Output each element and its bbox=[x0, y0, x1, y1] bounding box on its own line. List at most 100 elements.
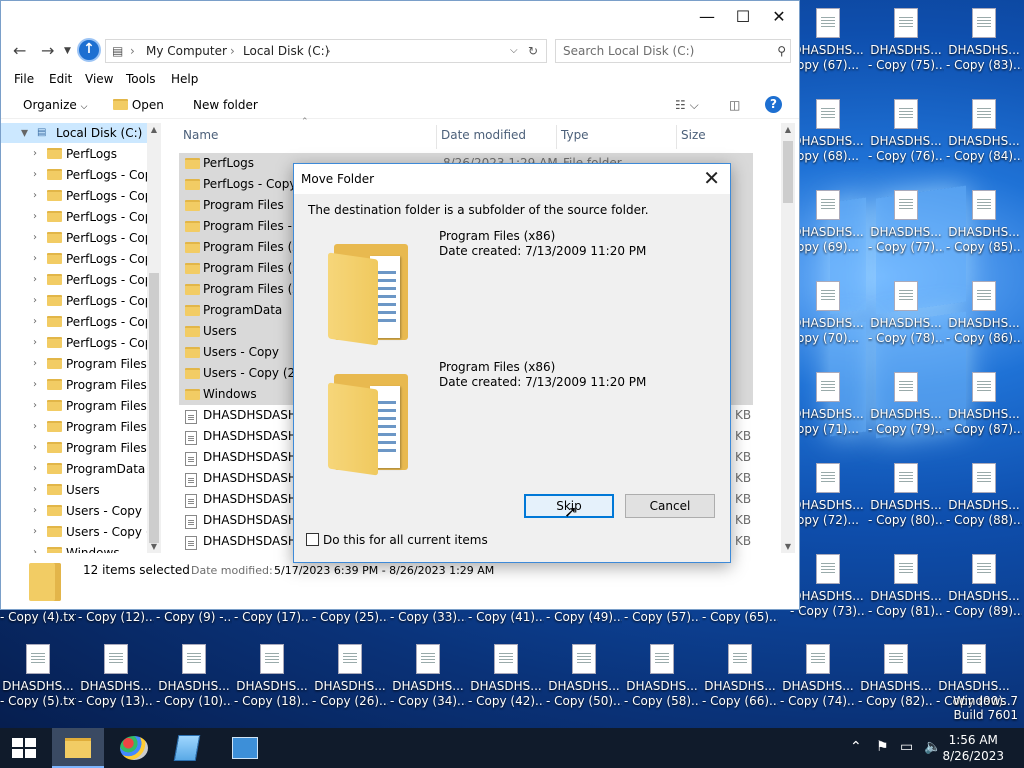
taskbar-paint[interactable] bbox=[108, 728, 160, 768]
desktop-file-label[interactable]: - Copy (33)... bbox=[390, 610, 466, 628]
up-level-icon[interactable]: ↑ bbox=[77, 38, 101, 62]
desktop-file-icon[interactable]: DHASDHS... - Copy (84)... bbox=[946, 91, 1022, 171]
show-hidden-icons-chevron-icon[interactable]: ⌃ bbox=[850, 739, 862, 755]
desktop-file-label[interactable]: - Copy (57)... bbox=[624, 610, 700, 628]
volume-icon[interactable]: 🔈 bbox=[924, 739, 941, 755]
desktop-file-icon[interactable]: DHASDHS... - Copy (10)... bbox=[156, 636, 232, 716]
desktop-file-icon[interactable]: DHASDHS... opy (68)... bbox=[790, 91, 866, 171]
desktop-file-icon[interactable]: DHASDHS... - Copy (58)... bbox=[624, 636, 700, 716]
column-header-type[interactable]: Type bbox=[557, 125, 677, 149]
breadcrumb-separator-icon[interactable]: › bbox=[130, 40, 135, 62]
desktop-file-icon[interactable]: DHASDHS... - Copy (80)... bbox=[868, 455, 944, 535]
desktop-file-icon[interactable]: DHASDHS... - Copy (26)... bbox=[312, 636, 388, 716]
preview-pane-icon[interactable]: ◫ bbox=[729, 98, 740, 112]
scrollbar-thumb[interactable] bbox=[783, 141, 793, 203]
desktop-file-label[interactable]: - Copy (25)... bbox=[312, 610, 388, 628]
new-folder-button[interactable]: New folder bbox=[193, 98, 258, 112]
collapsed-chevron-icon[interactable]: › bbox=[33, 417, 37, 437]
desktop-file-label[interactable]: - Copy (41)... bbox=[468, 610, 544, 628]
desktop-file-icon[interactable]: DHASDHS... - Copy (89)... bbox=[946, 546, 1022, 626]
collapsed-chevron-icon[interactable]: › bbox=[33, 354, 37, 374]
taskbar-control-panel[interactable] bbox=[218, 728, 270, 768]
cancel-button[interactable]: Cancel bbox=[625, 494, 715, 518]
collapsed-chevron-icon[interactable]: › bbox=[33, 543, 37, 553]
desktop-file-icon[interactable]: DHASDHS... opy (69)... bbox=[790, 182, 866, 262]
minimize-button[interactable]: — bbox=[689, 1, 725, 33]
expanded-chevron-icon[interactable]: ▾ bbox=[21, 123, 28, 143]
desktop-file-icon[interactable]: DHASDHS... - Copy (85)... bbox=[946, 182, 1022, 262]
column-header-name[interactable]: Name bbox=[179, 125, 437, 149]
tree-item-folder[interactable]: › Users - Copy (2 bbox=[1, 522, 147, 542]
tree-item-folder[interactable]: › Program Files ( bbox=[1, 396, 147, 416]
breadcrumb-local-disk[interactable]: Local Disk (C:) bbox=[243, 40, 329, 62]
navigation-scrollbar[interactable]: ▲ ▼ bbox=[147, 123, 161, 553]
scroll-up-arrow-icon[interactable]: ▲ bbox=[781, 125, 795, 134]
desktop-file-icon[interactable]: DHASDHS... - Copy (5).txt bbox=[0, 636, 76, 716]
desktop-file-icon[interactable]: DHASDHS... opy (67)... bbox=[790, 0, 866, 80]
scroll-down-arrow-icon[interactable]: ▼ bbox=[781, 542, 795, 551]
organize-button[interactable]: Organize ⌵ bbox=[23, 98, 87, 112]
tree-item-folder[interactable]: › PerfLogs - Cop bbox=[1, 186, 147, 206]
search-input[interactable]: Search Local Disk (C:) ⚲ bbox=[555, 39, 791, 63]
address-bar[interactable]: ▤ › My Computer › Local Disk (C:) › ⌵ ↻ bbox=[105, 39, 547, 63]
collapsed-chevron-icon[interactable]: › bbox=[33, 333, 37, 353]
collapsed-chevron-icon[interactable]: › bbox=[33, 501, 37, 521]
view-options-icon[interactable]: ☷ ⌵ bbox=[675, 98, 699, 113]
title-bar[interactable]: — ☐ ✕ bbox=[1, 1, 799, 33]
tree-item-folder[interactable]: › PerfLogs - Cop bbox=[1, 333, 147, 353]
system-clock[interactable]: 1:56 AM 8/26/2023 bbox=[942, 732, 1004, 764]
collapsed-chevron-icon[interactable]: › bbox=[33, 291, 37, 311]
desktop-file-icon[interactable]: DHASDHS... - Copy (75)... bbox=[868, 0, 944, 80]
desktop-file-label[interactable]: - Copy (12)... bbox=[78, 610, 154, 628]
desktop-file-icon[interactable]: DHASDHS... - Copy (13)... bbox=[78, 636, 154, 716]
collapsed-chevron-icon[interactable]: › bbox=[33, 396, 37, 416]
scroll-down-arrow-icon[interactable]: ▼ bbox=[147, 542, 161, 551]
collapsed-chevron-icon[interactable]: › bbox=[33, 144, 37, 164]
desktop-file-icon[interactable]: DHASDHS... - Copy (74)... bbox=[780, 636, 856, 716]
search-icon[interactable]: ⚲ bbox=[777, 40, 786, 62]
collapsed-chevron-icon[interactable]: › bbox=[33, 312, 37, 332]
desktop-file-icon[interactable]: DHASDHS... - Copy (82)... bbox=[858, 636, 934, 716]
desktop-file-icon[interactable]: DHASDHS... - Copy (87)... bbox=[946, 364, 1022, 444]
action-center-flag-icon[interactable]: ⚑ bbox=[876, 739, 889, 755]
desktop-file-icon[interactable]: DHASDHS... - Copy (66)... bbox=[702, 636, 778, 716]
desktop-file-icon[interactable]: DHASDHS... - Copy (78)... bbox=[868, 273, 944, 353]
collapsed-chevron-icon[interactable]: › bbox=[33, 375, 37, 395]
dialog-close-icon[interactable]: ✕ bbox=[703, 166, 720, 190]
breadcrumb-my-computer[interactable]: My Computer bbox=[146, 40, 227, 62]
scrollbar-thumb[interactable] bbox=[149, 273, 159, 543]
network-icon[interactable]: ▭ bbox=[900, 739, 913, 755]
close-button[interactable]: ✕ bbox=[761, 1, 797, 33]
tree-item-folder[interactable]: › Users - Copy bbox=[1, 501, 147, 521]
desktop-file-icon[interactable]: DHASDHS... - Copy (18)... bbox=[234, 636, 310, 716]
tree-item-folder[interactable]: › PerfLogs bbox=[1, 144, 147, 164]
checkbox-box[interactable] bbox=[306, 533, 319, 546]
collapsed-chevron-icon[interactable]: › bbox=[33, 438, 37, 458]
desktop-file-icon[interactable]: DHASDHS... - Copy (83)... bbox=[946, 0, 1022, 80]
desktop-file-icon[interactable]: DHASDHS... - Copy (73)... bbox=[790, 546, 866, 626]
back-arrow-icon[interactable]: ← bbox=[13, 41, 26, 60]
collapsed-chevron-icon[interactable]: › bbox=[33, 207, 37, 227]
collapsed-chevron-icon[interactable]: › bbox=[33, 270, 37, 290]
desktop-file-icon[interactable]: DHASDHS... opy (72)... bbox=[790, 455, 866, 535]
collapsed-chevron-icon[interactable]: › bbox=[33, 165, 37, 185]
tree-item-folder[interactable]: › PerfLogs - Cop bbox=[1, 165, 147, 185]
desktop-file-icon[interactable]: DHASDHS... - Copy (76)... bbox=[868, 91, 944, 171]
desktop-file-icon[interactable]: DHASDHS... - Copy (42)... bbox=[468, 636, 544, 716]
open-button[interactable]: Open bbox=[113, 98, 164, 112]
tree-item-folder[interactable]: › PerfLogs - Cop bbox=[1, 249, 147, 269]
desktop-file-icon[interactable]: DHASDHS... opy (71)... bbox=[790, 364, 866, 444]
collapsed-chevron-icon[interactable]: › bbox=[33, 228, 37, 248]
collapsed-chevron-icon[interactable]: › bbox=[33, 480, 37, 500]
file-list-scrollbar[interactable]: ▲ ▼ bbox=[781, 123, 795, 553]
desktop-file-label[interactable]: - Copy (9) -... bbox=[156, 610, 232, 628]
dialog-title-bar[interactable]: Move Folder ✕ bbox=[294, 164, 730, 194]
maximize-button[interactable]: ☐ bbox=[725, 1, 761, 33]
taskbar-file-explorer[interactable] bbox=[52, 728, 104, 768]
tree-item-folder[interactable]: › PerfLogs - Cop bbox=[1, 270, 147, 290]
tree-item-folder[interactable]: › Users bbox=[1, 480, 147, 500]
column-header-date-modified[interactable]: Date modified bbox=[437, 125, 557, 149]
collapsed-chevron-icon[interactable]: › bbox=[33, 249, 37, 269]
start-button[interactable] bbox=[0, 728, 52, 768]
apply-to-all-checkbox[interactable]: Do this for all current items bbox=[306, 533, 488, 547]
